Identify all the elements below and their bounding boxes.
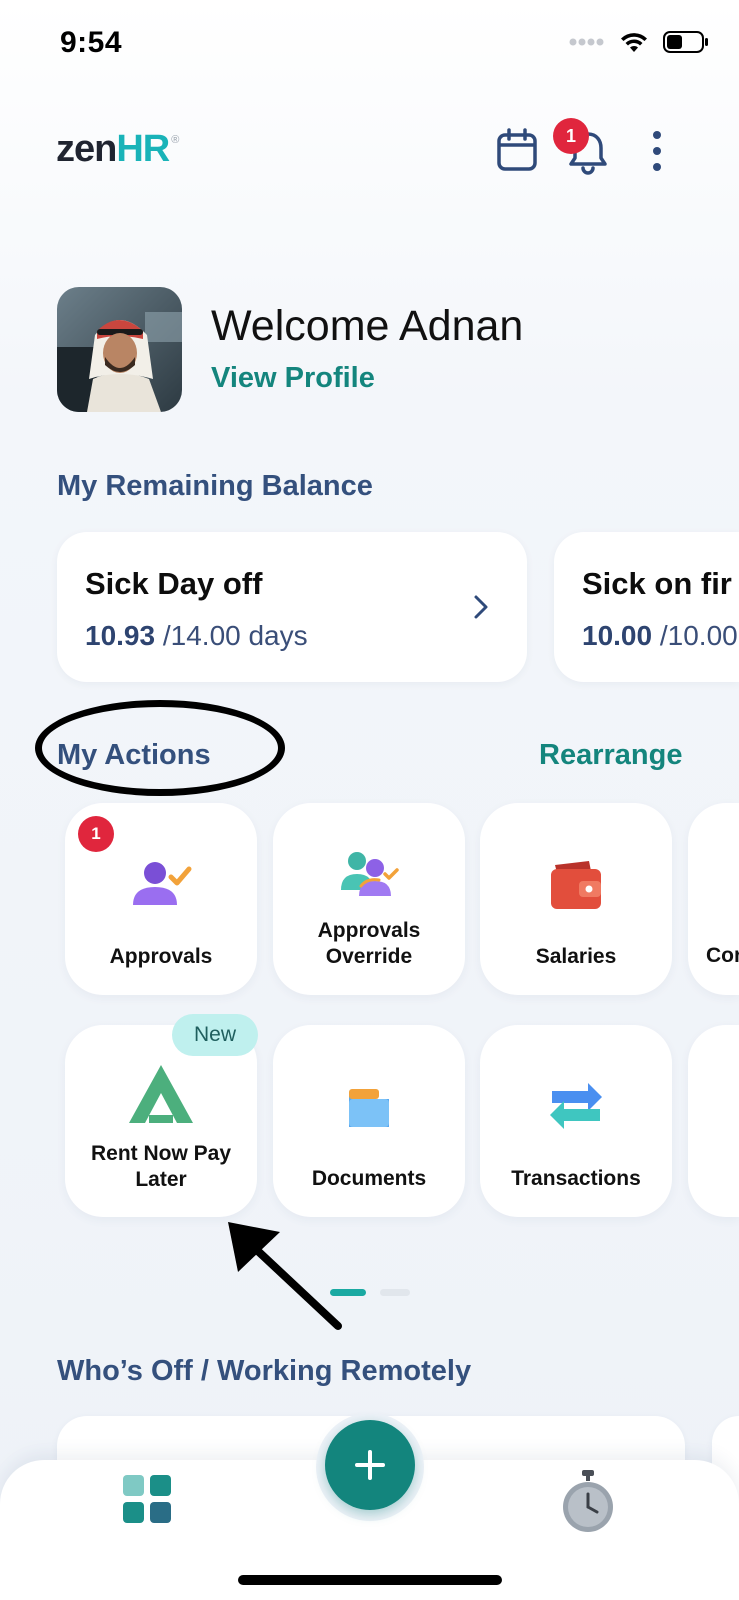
wallet-icon bbox=[551, 861, 601, 909]
balance-card-title: Sick Day off bbox=[85, 566, 263, 601]
balance-total: /10.00 bbox=[659, 620, 738, 651]
pager-dot[interactable] bbox=[380, 1289, 410, 1296]
more-vertical-icon bbox=[653, 131, 661, 139]
home-indicator bbox=[238, 1575, 502, 1585]
signal-icon bbox=[569, 38, 604, 46]
rent-logo-icon bbox=[129, 1065, 193, 1123]
stopwatch-icon bbox=[563, 1470, 613, 1532]
dashboard-icon bbox=[123, 1475, 171, 1523]
battery-icon bbox=[663, 31, 708, 53]
tile-label: Cor bbox=[706, 944, 739, 967]
status-time: 9:54 bbox=[60, 26, 123, 59]
calendar-button[interactable] bbox=[496, 128, 538, 172]
balance-card[interactable]: Sick Day off 10.93 /14.00 days bbox=[57, 532, 527, 682]
wifi-icon bbox=[621, 33, 647, 52]
folder-icon bbox=[349, 1089, 389, 1127]
avatar[interactable] bbox=[57, 287, 182, 412]
add-button[interactable] bbox=[325, 1420, 415, 1510]
balance-card-value: 10.93 /14.00 days bbox=[85, 620, 308, 652]
action-tile-salaries[interactable]: Salaries bbox=[480, 803, 672, 995]
status-icons bbox=[569, 30, 709, 54]
zenhr-logo: zen HR ® bbox=[56, 128, 179, 171]
logo-registered-mark: ® bbox=[171, 134, 179, 146]
chevron-right-icon bbox=[474, 595, 488, 619]
tile-label: Salaries bbox=[535, 945, 617, 968]
attendance-nav-item[interactable] bbox=[560, 1470, 616, 1534]
rearrange-button[interactable]: Rearrange bbox=[539, 739, 682, 772]
tile-label: Approvals bbox=[109, 945, 213, 968]
profile-photo bbox=[57, 287, 182, 412]
tile-label: Documents bbox=[311, 1167, 427, 1190]
user-check-icon bbox=[133, 862, 192, 905]
balance-total: /14.00 days bbox=[162, 620, 308, 651]
balance-used: 10.93 bbox=[85, 620, 156, 651]
annotation-arrow bbox=[228, 1222, 342, 1330]
balance-used: 10.00 bbox=[582, 620, 653, 651]
plus-icon bbox=[355, 1450, 385, 1480]
transfer-arrows-icon bbox=[550, 1083, 602, 1129]
welcome-text: Welcome Adnan bbox=[211, 302, 524, 350]
pager-dot-active[interactable] bbox=[330, 1289, 366, 1296]
action-tile-partial[interactable]: Cor bbox=[688, 803, 739, 995]
notification-badge: 1 bbox=[553, 118, 589, 154]
tile-label: Rent Now Pay Later bbox=[90, 1142, 232, 1191]
balance-card-value: 10.00 /10.00 bbox=[582, 620, 738, 652]
action-tile-transactions[interactable]: Transactions bbox=[480, 1025, 672, 1217]
new-badge: New bbox=[172, 1014, 258, 1056]
action-tile-approvals-override[interactable]: Approvals Override bbox=[273, 803, 465, 995]
dashboard-nav-item[interactable] bbox=[122, 1474, 172, 1524]
annotation-circle bbox=[35, 700, 285, 796]
logo-text-hr: HR bbox=[116, 128, 170, 170]
tile-label: Transactions bbox=[511, 1167, 641, 1190]
balance-section-title: My Remaining Balance bbox=[57, 470, 373, 502]
calendar-icon bbox=[497, 128, 537, 171]
whos-off-section-title: Who’s Off / Working Remotely bbox=[57, 1355, 472, 1387]
logo-text-zen: zen bbox=[56, 128, 117, 170]
view-profile-link[interactable]: View Profile bbox=[211, 362, 375, 395]
balance-card[interactable]: Sick on fir 10.00 /10.00 bbox=[554, 532, 739, 682]
balance-card-title: Sick on fir bbox=[582, 566, 732, 601]
approvals-badge: 1 bbox=[78, 816, 114, 852]
action-tile-documents[interactable]: Documents bbox=[273, 1025, 465, 1217]
users-override-icon bbox=[341, 852, 399, 896]
action-tile-partial[interactable] bbox=[688, 1025, 739, 1217]
more-options-button[interactable] bbox=[648, 131, 666, 171]
tile-label: Approvals Override bbox=[317, 919, 421, 968]
